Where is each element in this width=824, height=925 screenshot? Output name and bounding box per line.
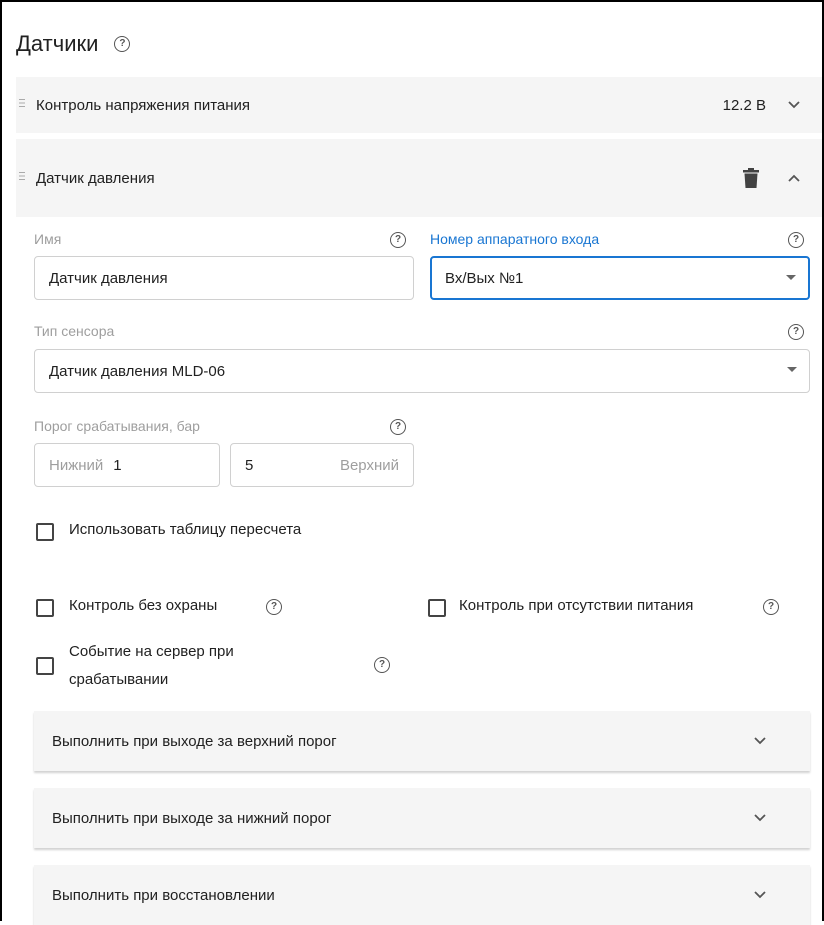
- dropdown-arrow-icon: [787, 367, 797, 372]
- chevron-down-icon[interactable]: [782, 93, 806, 117]
- no-guard-label: Контроль без охраны: [69, 597, 218, 614]
- threshold-lower-field[interactable]: Нижний 1: [34, 443, 220, 487]
- help-icon[interactable]: ?: [788, 232, 804, 248]
- name-field[interactable]: Датчик давления: [34, 256, 414, 300]
- help-icon[interactable]: ?: [390, 232, 406, 248]
- action-upper-title: Выполнить при выходе за верхний порог: [52, 732, 337, 750]
- voltage-value: 12.2 В: [722, 96, 766, 114]
- threshold-upper-field[interactable]: 5 Верхний: [230, 443, 414, 487]
- hw-input-label: Номер аппаратного входа: [430, 231, 600, 247]
- sensor-type-select[interactable]: Датчик давления MLD-06: [34, 349, 810, 393]
- threshold-lower-label: Нижний: [49, 456, 104, 474]
- threshold-upper-value: 5: [245, 456, 254, 474]
- action-lower-title: Выполнить при выходе за нижний порог: [52, 809, 332, 827]
- threshold-label: Порог срабатывания, бар: [34, 418, 200, 434]
- help-icon[interactable]: ?: [390, 419, 406, 435]
- help-icon[interactable]: ?: [763, 599, 779, 615]
- help-icon[interactable]: ?: [374, 657, 390, 673]
- voltage-panel-title: Контроль напряжения питания: [36, 96, 251, 114]
- drag-handle-icon[interactable]: [19, 169, 27, 185]
- threshold-upper-label: Верхний: [339, 456, 399, 474]
- chevron-up-icon[interactable]: [782, 166, 806, 190]
- voltage-control-panel[interactable]: Контроль напряжения питания 12.2 В: [16, 77, 822, 133]
- action-upper-threshold-panel[interactable]: Выполнить при выходе за верхний порог: [34, 711, 810, 771]
- window-border-top: [0, 0, 824, 2]
- name-value: Датчик давления: [49, 269, 168, 287]
- chevron-down-icon[interactable]: [748, 806, 772, 830]
- page-header: Датчики ?: [16, 24, 131, 64]
- threshold-lower-value: 1: [113, 456, 122, 474]
- server-event-label-line1: Событие на сервер при: [69, 643, 234, 660]
- no-power-checkbox[interactable]: [428, 599, 446, 617]
- pressure-sensor-panel[interactable]: Датчик давления: [16, 139, 822, 217]
- help-icon[interactable]: ?: [114, 36, 131, 52]
- help-icon[interactable]: ?: [266, 599, 282, 615]
- name-label: Имя: [34, 231, 62, 247]
- server-event-label-line2: срабатывании: [69, 671, 169, 688]
- pressure-panel-title: Датчик давления: [36, 169, 155, 187]
- action-restore-title: Выполнить при восстановлении: [52, 886, 275, 904]
- page-title: Датчики: [16, 31, 99, 56]
- sensor-type-value: Датчик давления MLD-06: [49, 362, 226, 380]
- drag-handle-icon[interactable]: [19, 96, 27, 112]
- window-border-left: [0, 0, 2, 921]
- help-icon[interactable]: ?: [788, 324, 804, 340]
- action-lower-threshold-panel[interactable]: Выполнить при выходе за нижний порог: [34, 788, 810, 848]
- no-power-label: Контроль при отсутствии питания: [459, 597, 694, 614]
- trash-icon[interactable]: [742, 167, 760, 189]
- server-event-checkbox[interactable]: [36, 657, 54, 675]
- use-table-label: Использовать таблицу пересчета: [69, 521, 302, 538]
- sensor-type-label: Тип сенсора: [34, 323, 115, 339]
- no-guard-checkbox[interactable]: [36, 599, 54, 617]
- chevron-down-icon[interactable]: [748, 883, 772, 907]
- action-restore-panel[interactable]: Выполнить при восстановлении: [34, 865, 810, 925]
- hw-input-value: Вх/Вых №1: [445, 269, 524, 287]
- hw-input-select[interactable]: Вх/Вых №1: [430, 256, 810, 300]
- dropdown-arrow-icon: [786, 275, 796, 280]
- use-table-checkbox[interactable]: [36, 523, 54, 541]
- chevron-down-icon[interactable]: [748, 729, 772, 753]
